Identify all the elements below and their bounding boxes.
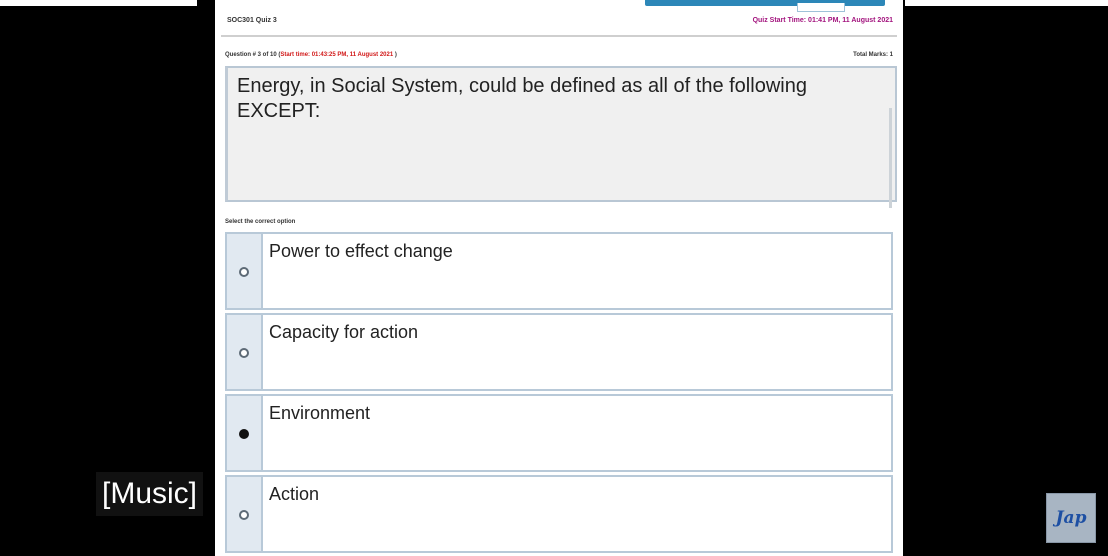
top-strip-right (905, 0, 1108, 6)
total-marks: Total Marks: 1 (853, 52, 893, 58)
radio-cell[interactable] (227, 396, 263, 470)
option-row[interactable]: Action (225, 475, 893, 553)
question-meta-close: ) (393, 52, 397, 58)
option-label: Capacity for action (269, 322, 419, 342)
option-row[interactable]: Capacity for action (225, 313, 893, 391)
select-option-label: Select the correct option (225, 219, 296, 225)
question-start-time: Start time: 01:43:25 PM, 11 August 2021 (280, 52, 394, 58)
option-label: Environment (269, 403, 371, 423)
option-label: Power to effect change (269, 241, 453, 261)
option-row[interactable]: Environment (225, 394, 893, 472)
course-title: SOC301 Quiz 3 (227, 17, 277, 24)
question-text: Energy, in Social System, could be defin… (237, 75, 807, 122)
top-input-fragment (797, 3, 845, 12)
radio-cell[interactable] (227, 477, 263, 551)
radio-cell[interactable] (227, 315, 263, 389)
quiz-panel: SOC301 Quiz 3 Quiz Start Time: 01:41 PM,… (215, 0, 903, 556)
question-box: Energy, in Social System, could be defin… (225, 66, 897, 208)
radio-button-selected[interactable] (239, 429, 249, 439)
save-next-button[interactable] (645, 0, 885, 6)
option-row[interactable]: Power to effect change (225, 232, 893, 310)
top-strip-left (0, 0, 197, 6)
question-number: Question # 3 of 10 ( (225, 52, 281, 58)
option-label: Action (269, 484, 320, 504)
radio-cell[interactable] (227, 234, 263, 308)
radio-button[interactable] (239, 348, 249, 358)
quiz-start-time: Quiz Start Time: 01:41 PM, 11 August 202… (752, 17, 893, 24)
radio-button[interactable] (239, 267, 249, 277)
question-scrollbar[interactable] (889, 108, 892, 208)
channel-logo: Jap (1046, 493, 1096, 543)
channel-logo-text: Jap (1055, 508, 1087, 528)
radio-button[interactable] (239, 510, 249, 520)
music-caption: [Music] (96, 472, 204, 516)
question-meta: Question # 3 of 10 (Start time: 01:43:25… (225, 52, 397, 58)
header-divider (221, 35, 897, 37)
